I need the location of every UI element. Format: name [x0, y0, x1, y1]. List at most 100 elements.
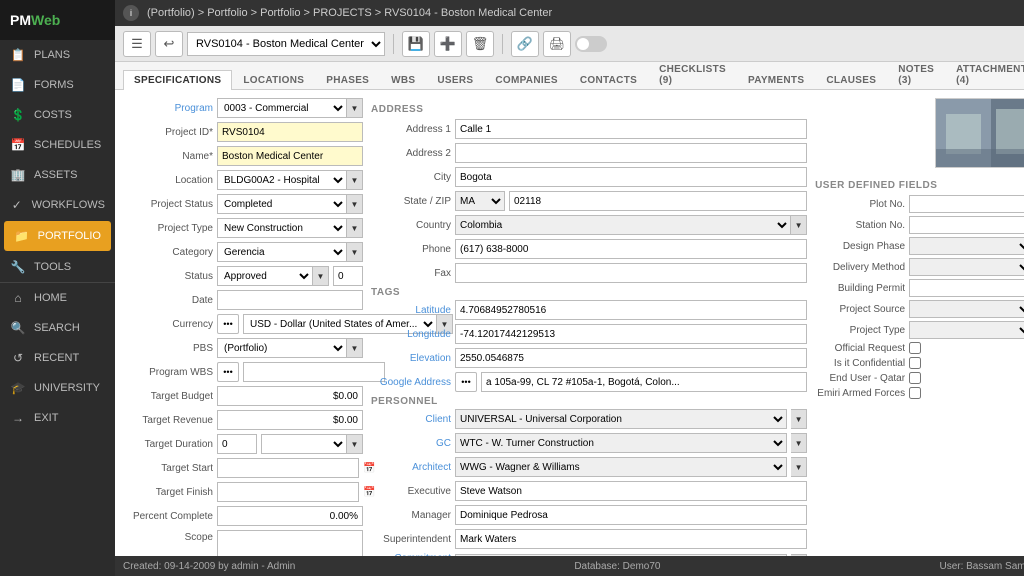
- program-select[interactable]: 0003 - Commercial: [217, 98, 347, 118]
- target-finish-input[interactable]: [217, 482, 359, 502]
- sidebar-item-exit[interactable]: → EXIT: [0, 403, 115, 433]
- date-input[interactable]: [217, 290, 363, 310]
- client-dropdown-btn[interactable]: ▼: [791, 409, 807, 429]
- tab-clauses[interactable]: CLAUSES: [815, 70, 887, 90]
- sidebar-item-plans[interactable]: 📋 PLANS: [0, 40, 115, 70]
- save-button[interactable]: 💾: [402, 31, 430, 57]
- tab-wbs[interactable]: WBS: [380, 70, 426, 90]
- udf-emiri-checkbox[interactable]: [909, 387, 921, 399]
- location-select[interactable]: BLDG00A2 - Hospital: [217, 170, 347, 190]
- udf-plot-no-input[interactable]: [909, 195, 1024, 213]
- sidebar-item-search[interactable]: 🔍 SEARCH: [0, 313, 115, 343]
- program-wbs-more-btn[interactable]: •••: [217, 362, 239, 382]
- category-btn[interactable]: ▼: [347, 242, 363, 262]
- country-dropdown-btn[interactable]: ▼: [791, 215, 807, 235]
- longitude-input[interactable]: [455, 324, 807, 344]
- project-type-select[interactable]: New Construction: [217, 218, 347, 238]
- link-button[interactable]: 🔗: [511, 31, 539, 57]
- percent-complete-input[interactable]: [217, 506, 363, 526]
- print-button[interactable]: 🖨: [543, 31, 571, 57]
- architect-select[interactable]: WWG - Wagner & Williams: [455, 457, 787, 477]
- menu-button[interactable]: ☰: [123, 31, 151, 57]
- address2-input[interactable]: [455, 143, 807, 163]
- status-num-input[interactable]: [333, 266, 363, 286]
- location-dropdown-btn[interactable]: ▼: [347, 170, 363, 190]
- elevation-input[interactable]: [455, 348, 807, 368]
- project-id-input[interactable]: [217, 122, 363, 142]
- udf-delivery-method-select[interactable]: [909, 258, 1024, 276]
- pbs-btn[interactable]: ▼: [347, 338, 363, 358]
- gc-select[interactable]: WTC - W. Turner Construction: [455, 433, 787, 453]
- delete-button[interactable]: 🗑: [466, 31, 494, 57]
- address1-input[interactable]: [455, 119, 807, 139]
- tab-payments[interactable]: PAYMENTS: [737, 70, 815, 90]
- program-dropdown-btn[interactable]: ▼: [347, 98, 363, 118]
- sidebar-item-recent[interactable]: ↺ RECENT: [0, 343, 115, 373]
- udf-design-phase-select[interactable]: [909, 237, 1024, 255]
- project-status-select[interactable]: Completed: [217, 194, 347, 214]
- zip-input[interactable]: [509, 191, 807, 211]
- scope-textarea[interactable]: [217, 530, 363, 556]
- sidebar-item-university[interactable]: 🎓 UNIVERSITY: [0, 373, 115, 403]
- udf-building-permit-input[interactable]: [909, 279, 1024, 297]
- latitude-input[interactable]: [455, 300, 807, 320]
- sidebar-item-forms[interactable]: 📄 FORMS: [0, 70, 115, 100]
- superintendent-input[interactable]: [455, 529, 807, 549]
- sidebar-item-home[interactable]: ⌂ HOME: [0, 283, 115, 313]
- tab-phases[interactable]: PHASES: [315, 70, 380, 90]
- status-btn[interactable]: ▼: [313, 266, 329, 286]
- udf-confidential-checkbox[interactable]: [909, 357, 921, 369]
- duration-unit-btn[interactable]: ▼: [347, 434, 363, 454]
- phone-input[interactable]: [455, 239, 807, 259]
- add-button[interactable]: ➕: [434, 31, 462, 57]
- executive-input[interactable]: [455, 481, 807, 501]
- udf-project-source-select[interactable]: [909, 300, 1024, 318]
- country-select[interactable]: Colombia: [455, 215, 791, 235]
- category-select[interactable]: Gerencia: [217, 242, 347, 262]
- state-select[interactable]: MA: [455, 191, 505, 211]
- home-icon: ⌂: [10, 290, 26, 306]
- currency-more-btn[interactable]: •••: [217, 314, 239, 334]
- fax-input[interactable]: [455, 263, 807, 283]
- program-wbs-input[interactable]: [243, 362, 385, 382]
- sidebar-item-assets[interactable]: 🏢 ASSETS: [0, 160, 115, 190]
- tab-specifications[interactable]: SPECIFICATIONS: [123, 70, 232, 90]
- sidebar-item-costs[interactable]: 💲 COSTS: [0, 100, 115, 130]
- udf-project-type-select[interactable]: [909, 321, 1024, 339]
- tab-contacts[interactable]: CONTACTS: [569, 70, 648, 90]
- tab-notes[interactable]: NOTES (3): [887, 59, 945, 90]
- undo-button[interactable]: ↩: [155, 31, 183, 57]
- google-address-input[interactable]: [481, 372, 807, 392]
- city-input[interactable]: [455, 167, 807, 187]
- udf-end-user-qatar-checkbox[interactable]: [909, 372, 921, 384]
- toggle-button[interactable]: [575, 36, 607, 52]
- tab-users[interactable]: USERS: [426, 70, 484, 90]
- sidebar-item-tools[interactable]: 🔧 TOOLS: [0, 252, 115, 282]
- tab-checklists[interactable]: CHECKLISTS (9): [648, 59, 737, 90]
- name-input[interactable]: [217, 146, 363, 166]
- client-select[interactable]: UNIVERSAL - Universal Corporation: [455, 409, 787, 429]
- sidebar-item-schedules[interactable]: 📅 SCHEDULES: [0, 130, 115, 160]
- manager-input[interactable]: [455, 505, 807, 525]
- pbs-select[interactable]: (Portfolio): [217, 338, 347, 358]
- udf-station-no-input[interactable]: [909, 216, 1024, 234]
- udf-official-request-checkbox[interactable]: [909, 342, 921, 354]
- record-select[interactable]: RVS0104 - Boston Medical Center: [187, 32, 385, 56]
- duration-unit-select[interactable]: [261, 434, 347, 454]
- target-revenue-input[interactable]: [217, 410, 363, 430]
- sidebar-item-workflows[interactable]: ✓ WORKFLOWS: [0, 190, 115, 220]
- tab-locations[interactable]: LOCATIONS: [232, 70, 315, 90]
- sidebar-item-portfolio[interactable]: 📁 PORTFOLIO: [4, 221, 111, 251]
- target-duration-input[interactable]: [217, 434, 257, 454]
- status-select[interactable]: Approved: [217, 266, 313, 286]
- architect-dropdown-btn[interactable]: ▼: [791, 457, 807, 477]
- google-address-more-btn[interactable]: •••: [455, 372, 477, 392]
- project-status-btn[interactable]: ▼: [347, 194, 363, 214]
- tab-attachments[interactable]: ATTACHMENTS (4): [945, 59, 1024, 90]
- target-start-input[interactable]: [217, 458, 359, 478]
- project-type-btn[interactable]: ▼: [347, 218, 363, 238]
- tab-companies[interactable]: COMPANIES: [484, 70, 569, 90]
- target-budget-input[interactable]: [217, 386, 363, 406]
- gc-dropdown-btn[interactable]: ▼: [791, 433, 807, 453]
- udf-design-phase-row: Design Phase ▼: [815, 237, 1024, 255]
